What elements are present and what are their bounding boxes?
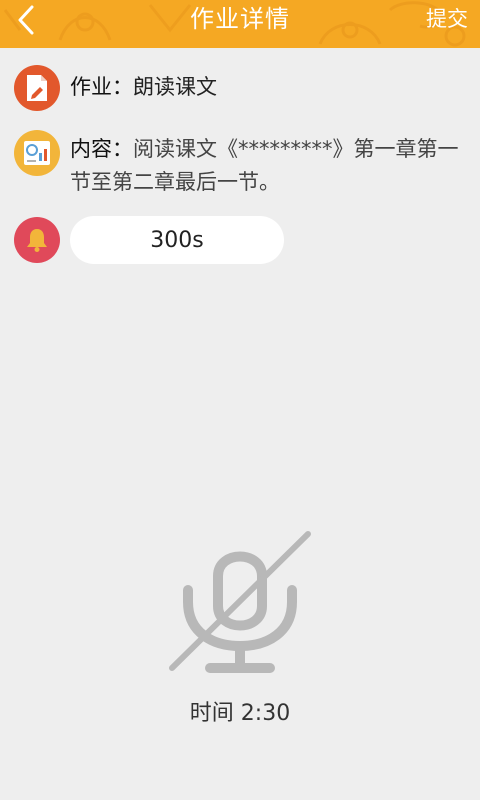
homework-icon-badge — [14, 65, 60, 111]
content-label: 内容： — [70, 137, 133, 161]
record-button[interactable] — [160, 528, 320, 678]
duration-row: 300s — [14, 216, 284, 264]
recording-timer: 时间 2:30 — [189, 701, 291, 726]
document-edit-icon — [27, 75, 47, 101]
chart-report-icon — [24, 141, 50, 165]
page-title: 作业详情 — [190, 5, 290, 33]
bell-icon — [27, 229, 47, 252]
app-header: 作业详情 提交 — [0, 0, 480, 48]
duration-icon-badge — [14, 217, 60, 263]
homework-row: 作业：朗读课文 — [14, 65, 217, 111]
homework-label: 作业： — [70, 75, 133, 99]
content-row: 内容：阅读课文《*********》第一章第一节至第二章最后一节。 — [14, 130, 465, 199]
microphone-muted-icon — [169, 531, 311, 673]
submit-button[interactable]: 提交 — [426, 0, 468, 38]
content-icon-badge — [14, 130, 60, 176]
homework-value: 朗读课文 — [133, 75, 217, 99]
duration-value: 300s — [70, 216, 284, 264]
